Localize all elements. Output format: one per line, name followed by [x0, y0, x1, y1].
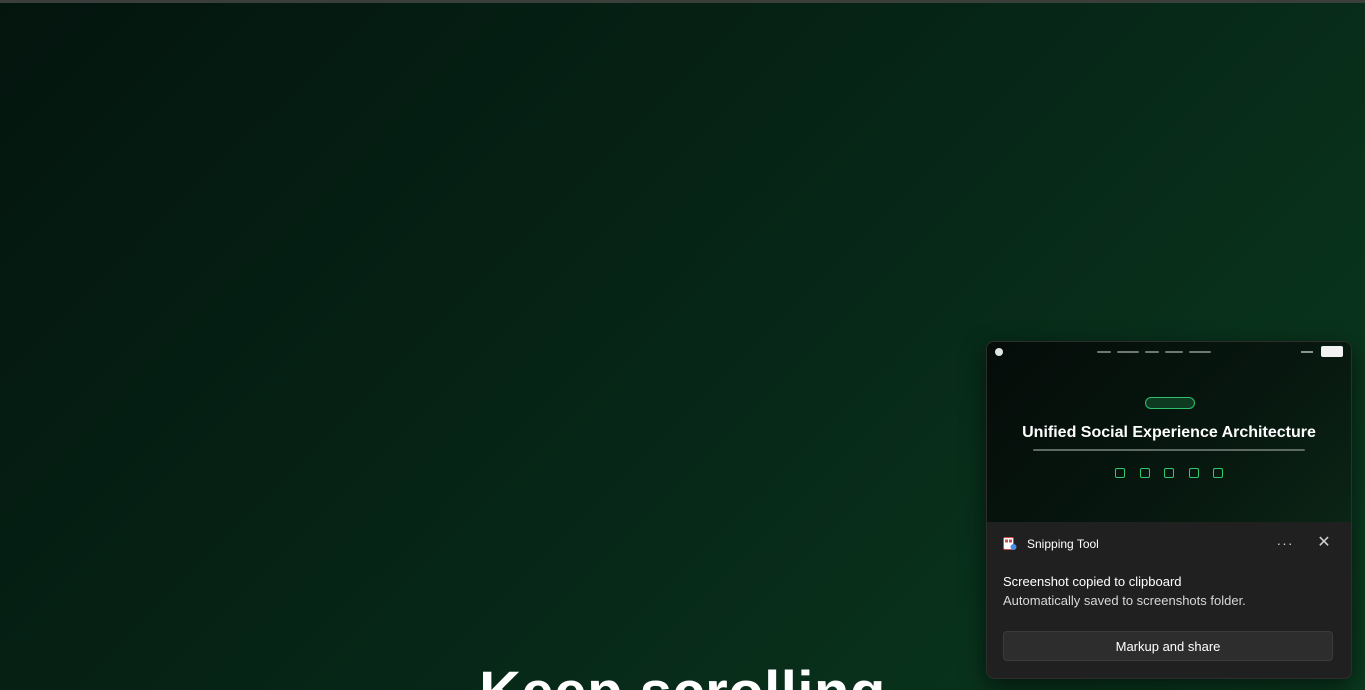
app-name: Snipping Tool: [1027, 537, 1099, 551]
notification-toast[interactable]: Unified Social Experience Architecture S…: [986, 341, 1352, 679]
preview-cta-button: [1321, 346, 1343, 357]
preview-badge: [1145, 397, 1195, 409]
preview-social-icons: [1115, 467, 1223, 479]
toast-header: Snipping Tool ··· ✕: [987, 522, 1351, 566]
preview-title: Unified Social Experience Architecture: [1022, 424, 1316, 441]
tiktok-icon: [1188, 468, 1199, 478]
x-icon: [1164, 468, 1174, 478]
nostr-icon: [1115, 468, 1125, 478]
window-top-border: [0, 0, 1365, 3]
preview-signin: [1301, 351, 1313, 353]
bluesky-icon: [1139, 468, 1150, 478]
notification-title: Screenshot copied to clipboard: [1003, 574, 1182, 589]
preview-subtitle: [1033, 449, 1305, 451]
close-icon[interactable]: ✕: [1314, 533, 1334, 553]
markup-and-share-button[interactable]: Markup and share: [1003, 631, 1333, 661]
threads-icon: [1213, 468, 1223, 478]
snipping-tool-icon: [1003, 537, 1017, 550]
preview-nav: [1097, 348, 1217, 356]
page-background: Keep scrolling Unified Social Experience…: [0, 0, 1365, 690]
preview-logo-icon: [995, 348, 1003, 356]
more-options-icon[interactable]: ···: [1275, 533, 1295, 553]
screenshot-preview[interactable]: Unified Social Experience Architecture: [987, 342, 1351, 522]
notification-body: Automatically saved to screenshots folde…: [1003, 593, 1246, 608]
